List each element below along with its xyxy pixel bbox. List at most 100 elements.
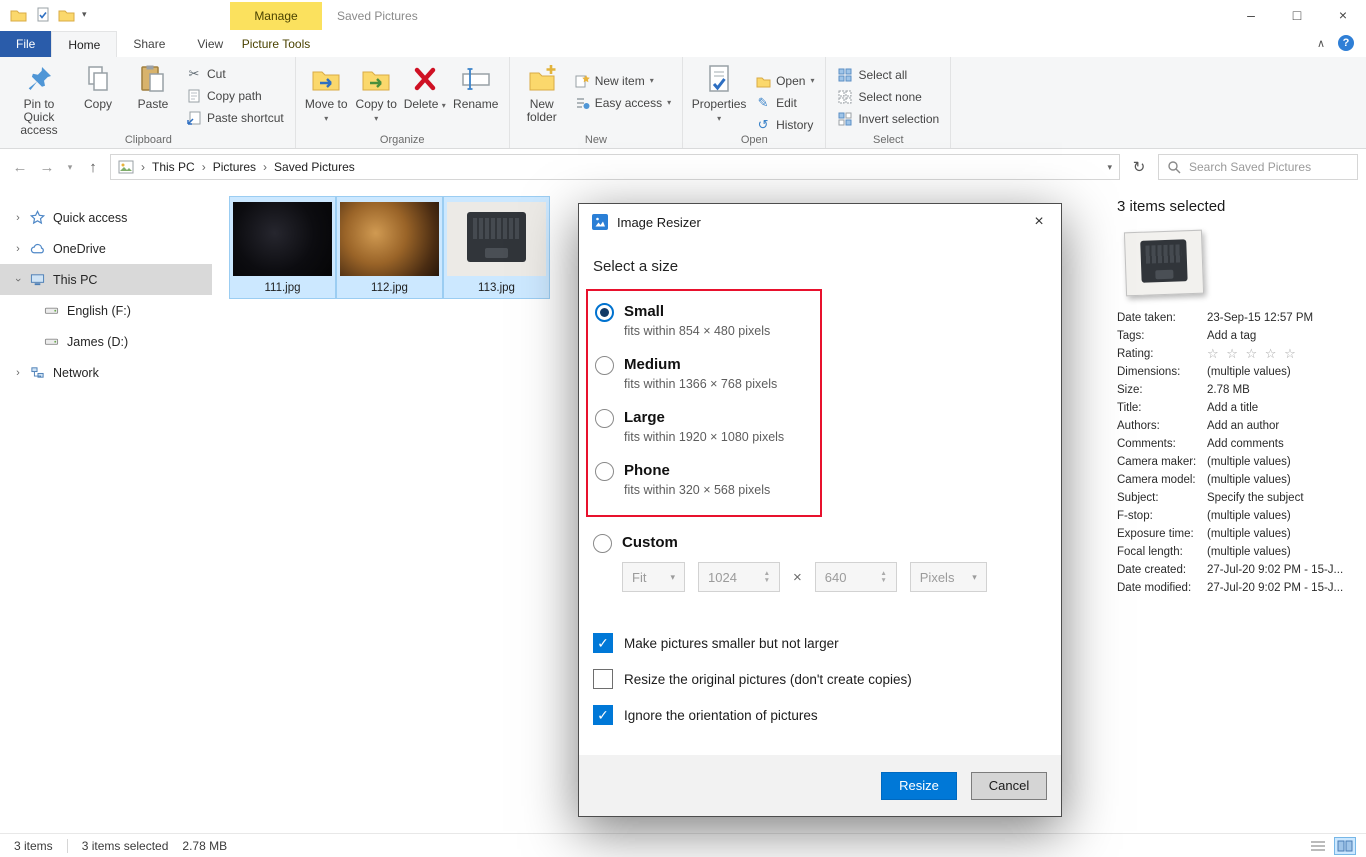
delete-button[interactable]: Delete ▾ xyxy=(403,60,447,125)
expander-chevron-icon[interactable]: › xyxy=(13,367,23,379)
file-item-113-jpg[interactable]: 113.jpg xyxy=(443,196,550,299)
tab-home[interactable]: Home xyxy=(51,31,117,57)
details-view-toggle[interactable] xyxy=(1307,837,1329,855)
size-option-phone[interactable]: Phonefits within 320 × 568 pixels xyxy=(595,461,820,497)
file-item-112-jpg[interactable]: 112.jpg xyxy=(336,196,443,299)
paste-button[interactable]: Paste xyxy=(127,60,179,137)
details-value[interactable]: Add an author xyxy=(1207,417,1279,435)
custom-height-input[interactable]: 640 ▲▼ xyxy=(815,562,897,592)
search-input[interactable] xyxy=(1189,160,1350,174)
sidebar-item-english-f[interactable]: English (F:) xyxy=(0,295,212,326)
size-option-custom[interactable]: Custom xyxy=(593,533,1047,553)
qat-customize-caret-icon[interactable]: ▾ xyxy=(82,9,87,20)
ribbon-group-open: Properties ▾ Open ▾ ✎ Edit ↺ History xyxy=(683,57,826,148)
copy-button[interactable]: Copy xyxy=(72,60,124,137)
pin-to-quick-access-button[interactable]: Pin to Quick access xyxy=(9,60,69,137)
custom-width-input[interactable]: 1024 ▲▼ xyxy=(698,562,780,592)
sidebar-item-this-pc[interactable]: ›This PC xyxy=(0,264,212,295)
picture-tools-contextual-label[interactable]: Picture Tools xyxy=(230,32,322,56)
search-box[interactable] xyxy=(1158,154,1358,180)
recent-locations-caret-icon[interactable]: ▾ xyxy=(64,162,76,173)
file-item-111-jpg[interactable]: 111.jpg xyxy=(229,196,336,299)
expander-chevron-icon[interactable]: › xyxy=(12,275,24,285)
ribbon-group-select: Select all Select none Invert selection … xyxy=(826,57,951,148)
checkbox[interactable]: ✓ xyxy=(593,705,613,725)
rename-button[interactable]: Rename xyxy=(450,60,502,125)
paste-shortcut-button[interactable]: Paste shortcut xyxy=(182,107,288,128)
up-icon[interactable]: ↑ xyxy=(83,159,103,176)
manage-contextual-tab[interactable]: Manage xyxy=(230,2,322,30)
details-value[interactable]: Add a tag xyxy=(1207,327,1256,345)
breadcrumb-chevron-icon[interactable]: › xyxy=(263,160,267,174)
breadcrumb[interactable]: › This PC › Pictures › Saved Pictures ▾ xyxy=(110,154,1120,180)
cancel-button[interactable]: Cancel xyxy=(971,772,1047,800)
copy-to-button[interactable]: Copy to ▾ xyxy=(353,60,400,125)
thumbnail-view-toggle[interactable] xyxy=(1334,837,1356,855)
sidebar-item-james-d[interactable]: James (D:) xyxy=(0,326,212,357)
breadcrumb-pictures[interactable]: Pictures xyxy=(213,160,256,174)
radio-phone[interactable] xyxy=(595,462,614,481)
new-folder-button[interactable]: New folder xyxy=(517,60,567,124)
copy-path-button[interactable]: Copy path xyxy=(182,85,288,106)
maximize-button[interactable]: □ xyxy=(1274,0,1320,30)
history-button[interactable]: ↺ History xyxy=(751,114,818,135)
minimize-button[interactable]: – xyxy=(1228,0,1274,30)
qat-properties-icon[interactable] xyxy=(34,6,51,22)
sidebar-item-onedrive[interactable]: ›OneDrive xyxy=(0,233,212,264)
selected-size: 2.78 MB xyxy=(182,839,227,853)
invert-selection-button[interactable]: Invert selection xyxy=(833,108,943,129)
expander-chevron-icon[interactable]: › xyxy=(13,243,23,255)
checkbox[interactable] xyxy=(593,669,613,689)
resize-button[interactable]: Resize xyxy=(881,772,957,800)
spinner-arrows-icon[interactable]: ▲▼ xyxy=(880,570,886,584)
select-all-button[interactable]: Select all xyxy=(833,64,943,85)
radio-medium[interactable] xyxy=(595,356,614,375)
file-name: 111.jpg xyxy=(233,282,332,294)
properties-button[interactable]: Properties ▾ xyxy=(690,60,748,135)
size-option-large[interactable]: Largefits within 1920 × 1080 pixels xyxy=(595,408,820,444)
checkbox-row-ignore-the-orientation[interactable]: ✓Ignore the orientation of pictures xyxy=(593,705,1047,725)
address-dropdown-caret-icon[interactable]: ▾ xyxy=(1107,162,1112,173)
sidebar-item-quick-access[interactable]: ›Quick access xyxy=(0,202,212,233)
details-value[interactable]: Add comments xyxy=(1207,435,1284,453)
radio-large[interactable] xyxy=(595,409,614,428)
new-item-button[interactable]: New item ▾ xyxy=(570,70,675,91)
tab-file[interactable]: File xyxy=(0,31,51,57)
refresh-icon[interactable]: ↻ xyxy=(1127,154,1151,180)
edit-button[interactable]: ✎ Edit xyxy=(751,92,818,113)
close-window-button[interactable]: × xyxy=(1320,0,1366,30)
cut-button[interactable]: ✂ Cut xyxy=(182,63,288,84)
select-none-button[interactable]: Select none xyxy=(833,86,943,107)
fit-select[interactable]: Fit ▾ xyxy=(622,562,685,592)
forward-icon[interactable]: → xyxy=(37,159,57,176)
unit-select[interactable]: Pixels ▾ xyxy=(910,562,987,592)
move-to-button[interactable]: Move to ▾ xyxy=(303,60,350,125)
back-icon[interactable]: ← xyxy=(10,159,30,176)
tab-share[interactable]: Share xyxy=(117,31,181,57)
sidebar-item-network[interactable]: ›Network xyxy=(0,357,212,388)
breadcrumb-chevron-icon[interactable]: › xyxy=(202,160,206,174)
details-value[interactable]: Specify the subject xyxy=(1207,489,1304,507)
size-option-medium[interactable]: Mediumfits within 1366 × 768 pixels xyxy=(595,355,820,391)
details-label: Focal length: xyxy=(1117,543,1207,561)
minimize-ribbon-icon[interactable]: ∧ xyxy=(1317,37,1325,50)
dropdown-caret-icon: ▾ xyxy=(667,98,671,107)
checkbox-row-resize-the-original[interactable]: Resize the original pictures (don't crea… xyxy=(593,669,1047,689)
expander-chevron-icon[interactable]: › xyxy=(13,212,23,224)
breadcrumb-saved-pictures[interactable]: Saved Pictures xyxy=(274,160,355,174)
details-value[interactable]: ☆ ☆ ☆ ☆ ☆ xyxy=(1207,345,1298,363)
qat-new-folder-icon[interactable] xyxy=(58,6,75,22)
checkbox[interactable]: ✓ xyxy=(593,633,613,653)
spinner-arrows-icon[interactable]: ▲▼ xyxy=(764,570,770,584)
open-button[interactable]: Open ▾ xyxy=(751,70,818,91)
radio-custom[interactable] xyxy=(593,534,612,553)
help-icon[interactable]: ? xyxy=(1338,35,1354,51)
breadcrumb-this-pc[interactable]: This PC xyxy=(152,160,195,174)
details-value[interactable]: Add a title xyxy=(1207,399,1258,417)
dialog-close-icon[interactable]: × xyxy=(1023,207,1055,237)
radio-small[interactable] xyxy=(595,303,614,322)
checkbox-row-make-pictures-smaller[interactable]: ✓Make pictures smaller but not larger xyxy=(593,633,1047,653)
details-label: Date modified: xyxy=(1117,579,1207,597)
easy-access-button[interactable]: Easy access ▾ xyxy=(570,92,675,113)
size-option-small[interactable]: Smallfits within 854 × 480 pixels xyxy=(595,302,820,338)
